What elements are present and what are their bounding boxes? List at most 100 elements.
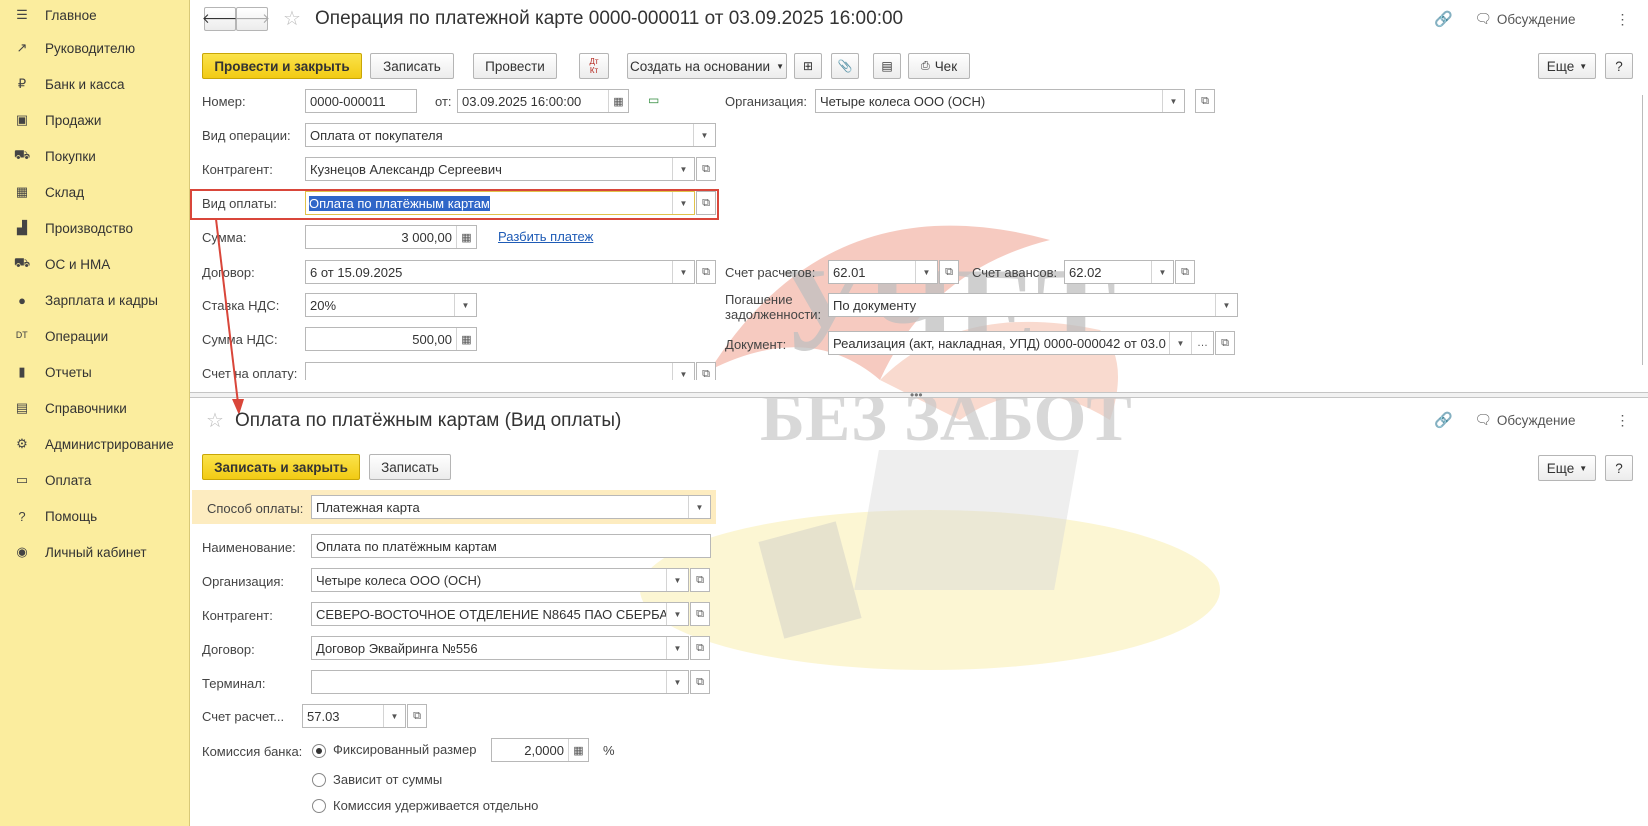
contract-field[interactable]: 6 от 15.09.2025 ▼: [305, 260, 695, 284]
sidebar-item-15[interactable]: ? Помощь: [0, 498, 189, 534]
open-bottom-contract-button[interactable]: ⧉: [690, 636, 710, 660]
link-icon[interactable]: 🔗: [1434, 10, 1453, 28]
chevron-down-icon[interactable]: ▼: [1169, 332, 1191, 354]
sidebar-item-4[interactable]: ▣ Продажи: [0, 102, 189, 138]
number-field[interactable]: 0000-000011: [305, 89, 417, 113]
sidebar-item-6[interactable]: ▦ Склад: [0, 174, 189, 210]
operation-type-field[interactable]: Оплата от покупателя ▼: [305, 123, 716, 147]
sidebar-item-5[interactable]: ⛟ Покупки: [0, 138, 189, 174]
advance-account-field[interactable]: 62.02 ▼: [1064, 260, 1174, 284]
radio-fixed-label[interactable]: Фиксированный размер: [333, 742, 476, 757]
open-bottom-account-button[interactable]: ⧉: [407, 704, 427, 728]
open-bottom-contractor-button[interactable]: ⧉: [690, 602, 710, 626]
scrollbar[interactable]: [1642, 95, 1646, 365]
chevron-down-icon[interactable]: ▼: [454, 294, 476, 316]
date-field[interactable]: 03.09.2025 16:00:00 ▦: [457, 89, 629, 113]
bottom-account-field[interactable]: 57.03 ▼: [302, 704, 406, 728]
more-button[interactable]: Еще ▼: [1538, 53, 1596, 79]
open-payment-type-button[interactable]: ⧉: [696, 191, 716, 215]
sidebar-item-16[interactable]: ◉ Личный кабинет: [0, 534, 189, 570]
ellipsis-icon[interactable]: …: [1191, 332, 1213, 354]
pane-splitter[interactable]: •••: [190, 388, 1648, 402]
calendar-icon[interactable]: ▦: [608, 90, 628, 112]
bottom-organization-field[interactable]: Четыре колеса ООО (ОСН) ▼: [311, 568, 689, 592]
save-and-close-button[interactable]: Записать и закрыть: [202, 454, 360, 480]
favorite-star-icon[interactable]: ☆: [206, 408, 224, 433]
discussion-icon[interactable]: 🗨: [1475, 412, 1492, 428]
name-field[interactable]: Оплата по платёжным картам: [311, 534, 711, 558]
sum-field[interactable]: 3 000,00 ▦: [305, 225, 477, 249]
fixed-commission-field[interactable]: 2,0000 ▦: [491, 738, 589, 762]
sidebar-item-3[interactable]: ₽ Банк и касса: [0, 66, 189, 102]
structure-button[interactable]: ⊞: [794, 53, 822, 79]
attach-button[interactable]: 📎: [831, 53, 859, 79]
radio-fixed[interactable]: [312, 744, 326, 758]
sidebar-item-12[interactable]: ▤ Справочники: [0, 390, 189, 426]
bottom-save-button[interactable]: Записать: [369, 454, 451, 480]
sidebar-item-8[interactable]: ⛟ ОС и НМА: [0, 246, 189, 282]
terminal-field[interactable]: ▼: [311, 670, 689, 694]
chevron-down-icon[interactable]: ▼: [693, 124, 715, 146]
discussion-icon[interactable]: 🗨: [1475, 11, 1492, 27]
contractor-field[interactable]: Кузнецов Александр Сергеевич ▼: [305, 157, 695, 181]
radio-depends-on-sum[interactable]: [312, 773, 326, 787]
sidebar-item-10[interactable]: ᴰᵀ Операции: [0, 318, 189, 354]
open-bottom-organization-button[interactable]: ⧉: [690, 568, 710, 592]
dt-kt-button[interactable]: Дт Кт: [579, 53, 609, 79]
chevron-down-icon[interactable]: ▼: [915, 261, 937, 283]
sidebar-item-11[interactable]: ▮ Отчеты: [0, 354, 189, 390]
chevron-down-icon[interactable]: ▼: [383, 705, 405, 727]
more-vertical-icon[interactable]: ⋮: [1615, 11, 1629, 28]
bottom-contractor-field[interactable]: СЕВЕРО-ВОСТОЧНОЕ ОТДЕЛЕНИЕ N8645 ПАО СБЕ…: [311, 602, 689, 626]
chevron-down-icon[interactable]: ▼: [688, 496, 710, 518]
chevron-down-icon[interactable]: ▼: [666, 569, 688, 591]
vat-sum-field[interactable]: 500,00 ▦: [305, 327, 477, 351]
sidebar-item-9[interactable]: ● Зарплата и кадры: [0, 282, 189, 318]
open-document-button[interactable]: ⧉: [1215, 331, 1235, 355]
discussion-link[interactable]: Обсуждение: [1497, 413, 1576, 428]
bottom-more-button[interactable]: Еще ▼: [1538, 455, 1596, 481]
sidebar-item-1[interactable]: ☰ Главное: [0, 0, 189, 30]
invoice-field[interactable]: ▼: [305, 362, 695, 380]
open-invoice-button[interactable]: ⧉: [696, 362, 716, 380]
sidebar-item-2[interactable]: ↗ Руководителю: [0, 30, 189, 66]
chevron-down-icon[interactable]: ▼: [1151, 261, 1173, 283]
open-advance-account-button[interactable]: ⧉: [1175, 260, 1195, 284]
chevron-down-icon[interactable]: ▼: [672, 363, 694, 380]
calculator-icon[interactable]: ▦: [456, 226, 476, 248]
open-contract-button[interactable]: ⧉: [696, 260, 716, 284]
help-button[interactable]: ?: [1605, 53, 1633, 79]
create-based-on-button[interactable]: Создать на основании ▼: [627, 53, 787, 79]
chevron-down-icon[interactable]: ▼: [672, 261, 694, 283]
discussion-link[interactable]: Обсуждение: [1497, 12, 1576, 27]
chevron-down-icon[interactable]: ▼: [1215, 294, 1237, 316]
chevron-down-icon[interactable]: ▼: [1162, 90, 1184, 112]
radio-separate[interactable]: [312, 799, 326, 813]
bottom-contract-field[interactable]: Договор Эквайринга №556 ▼: [311, 636, 689, 660]
more-vertical-icon[interactable]: ⋮: [1615, 412, 1629, 429]
open-terminal-button[interactable]: ⧉: [690, 670, 710, 694]
list-button[interactable]: ▤: [873, 53, 901, 79]
back-button[interactable]: 🡐: [202, 7, 238, 31]
chevron-down-icon[interactable]: ▼: [666, 637, 688, 659]
favorite-star-icon[interactable]: ☆: [283, 6, 301, 31]
open-contractor-button[interactable]: ⧉: [696, 157, 716, 181]
sidebar-item-7[interactable]: ▟ Производство: [0, 210, 189, 246]
calculator-icon[interactable]: ▦: [568, 739, 588, 761]
document-field[interactable]: Реализация (акт, накладная, УПД) 0000-00…: [828, 331, 1214, 355]
post-button[interactable]: Провести: [473, 53, 557, 79]
bottom-help-button[interactable]: ?: [1605, 455, 1633, 481]
forward-button[interactable]: 🡒: [234, 7, 270, 31]
payment-type-field[interactable]: Оплата по платёжным картам ▼: [305, 191, 695, 215]
post-and-close-button[interactable]: Провести и закрыть: [202, 53, 362, 79]
calculator-icon[interactable]: ▦: [456, 328, 476, 350]
vat-rate-field[interactable]: 20% ▼: [305, 293, 477, 317]
edit-mark-icon[interactable]: ▭: [648, 93, 659, 107]
open-settlement-account-button[interactable]: ⧉: [939, 260, 959, 284]
sidebar-item-14[interactable]: ▭ Оплата: [0, 462, 189, 498]
link-icon[interactable]: 🔗: [1434, 411, 1453, 429]
payment-method-field[interactable]: Платежная карта ▼: [311, 495, 711, 519]
save-button[interactable]: Записать: [370, 53, 454, 79]
chevron-down-icon[interactable]: ▼: [672, 192, 694, 214]
receipt-button[interactable]: ⎙ Чек: [908, 53, 970, 79]
